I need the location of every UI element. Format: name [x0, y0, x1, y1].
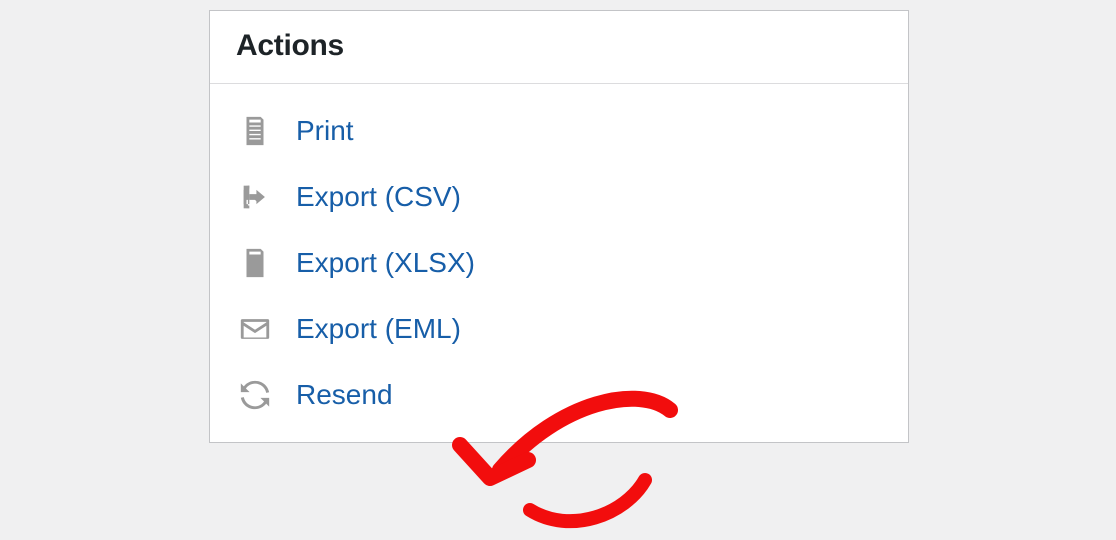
spreadsheet-icon: [236, 244, 274, 282]
action-label: Print: [296, 115, 354, 147]
actions-panel: Actions Print Export (CSV) Export (XLSX): [209, 10, 909, 443]
export-arrow-icon: [236, 178, 274, 216]
action-label: Export (CSV): [296, 181, 461, 213]
action-label: Export (XLSX): [296, 247, 475, 279]
refresh-icon: [236, 376, 274, 414]
action-export-xlsx[interactable]: Export (XLSX): [220, 230, 898, 296]
action-resend[interactable]: Resend: [220, 362, 898, 428]
envelope-icon: [236, 310, 274, 348]
action-export-eml[interactable]: Export (EML): [220, 296, 898, 362]
panel-title: Actions: [236, 29, 882, 63]
action-print[interactable]: Print: [220, 98, 898, 164]
action-label: Export (EML): [296, 313, 461, 345]
document-icon: [236, 112, 274, 150]
panel-header: Actions: [210, 11, 908, 84]
panel-body: Print Export (CSV) Export (XLSX) Export …: [210, 84, 908, 442]
action-export-csv[interactable]: Export (CSV): [220, 164, 898, 230]
action-label: Resend: [296, 379, 393, 411]
